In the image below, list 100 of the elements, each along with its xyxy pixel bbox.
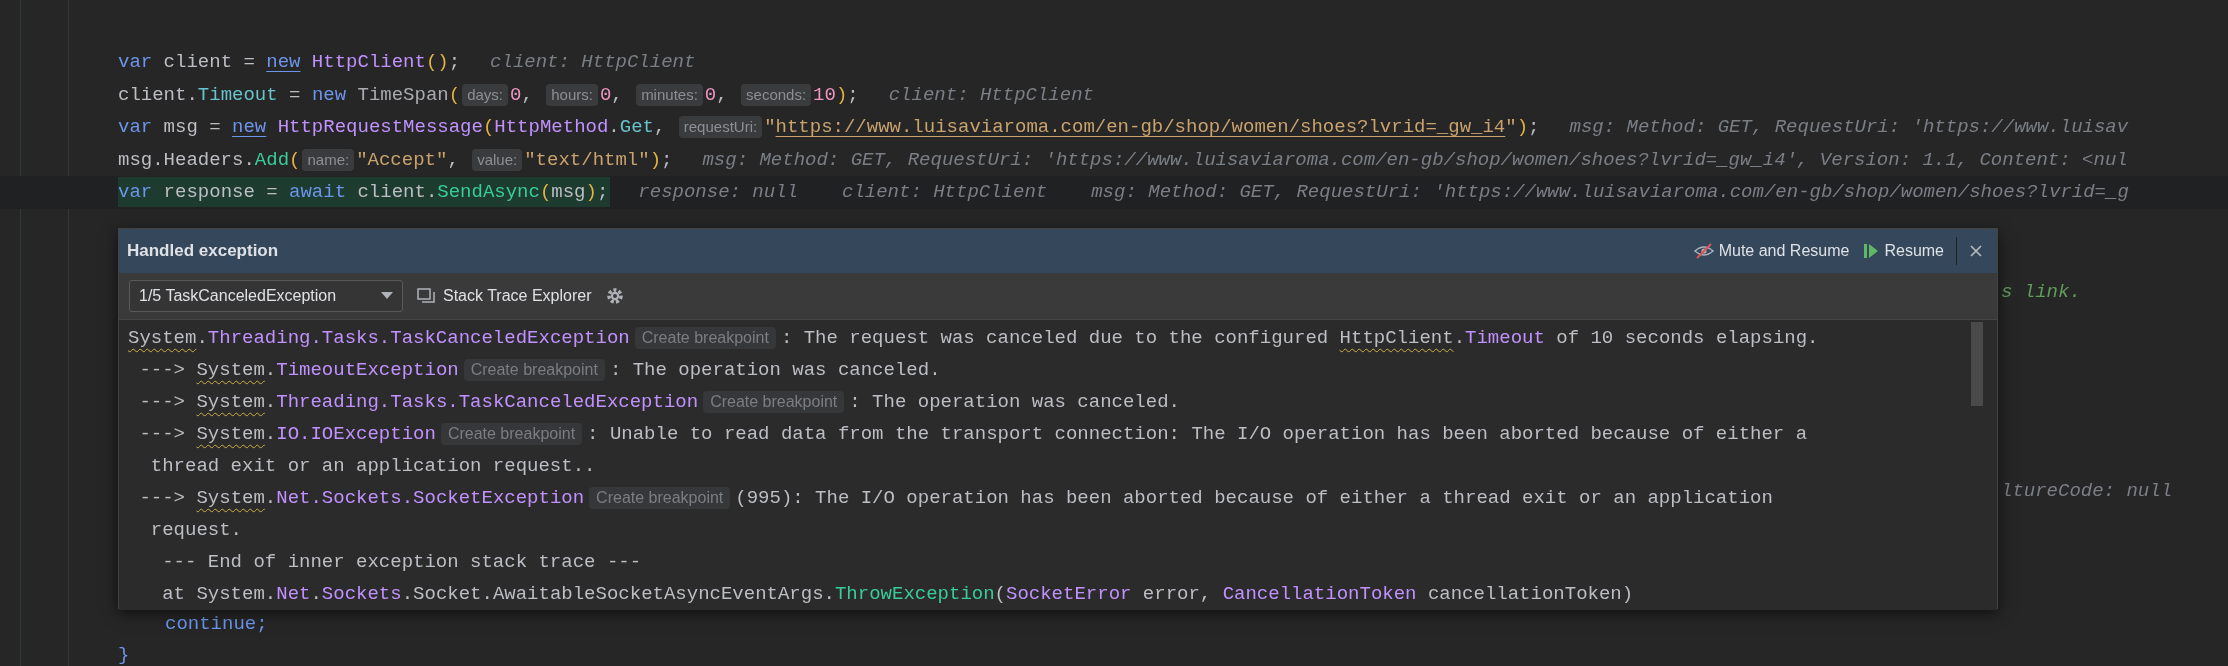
type-name: Net.Sockets.SocketException	[276, 485, 585, 511]
code-text: .	[264, 421, 277, 447]
method-name: SendAsync	[437, 180, 540, 205]
parameter-hint: days:	[462, 83, 508, 106]
code-text: ;	[661, 147, 673, 173]
type-name: TimeoutException	[276, 357, 459, 383]
inline-value-hint: msg: Method: GET, RequestUri: 'https://www.luisav	[1569, 115, 2129, 140]
property-name: Timeout	[197, 82, 278, 108]
code-text: ,	[521, 82, 534, 108]
stack-trace-explorer-button[interactable]: Stack Trace Explorer	[417, 284, 592, 308]
keyword: var	[118, 115, 153, 140]
bracket: (	[289, 147, 301, 173]
code-text: (995): The I/O operation has been aborted because of either a thread exit or an application	[735, 485, 1773, 511]
code-text: ,	[447, 147, 460, 173]
parameter-hint: name:	[302, 148, 355, 171]
popup-title: Handled exception	[127, 240, 279, 263]
inline-value-hint: client: HttpClient	[888, 82, 1094, 108]
bracket: ()	[425, 50, 449, 75]
create-breakpoint-link[interactable]: Create breakpoint	[463, 359, 605, 381]
type-name: HttpClient	[310, 50, 426, 75]
parameter-hint: requestUri:	[678, 116, 763, 139]
namespace-name: HttpClient	[1339, 325, 1454, 351]
resume-button[interactable]: Resume	[1863, 239, 1944, 263]
code-text: client.	[356, 180, 438, 205]
comment-text: s link.	[2001, 280, 2081, 305]
create-breakpoint-link[interactable]: Create breakpoint	[440, 423, 583, 445]
number-literal: 0	[510, 82, 522, 108]
scrollbar[interactable]	[1971, 322, 1983, 406]
code-text: msg =	[162, 115, 222, 140]
code-text: (	[994, 581, 1006, 607]
code-text: : Unable to read data from the transport connection: The I/O operation has been aborted because of either a	[587, 421, 1808, 447]
type-name: Threading.Tasks.TaskCanceledException	[276, 389, 699, 415]
code-text: msg.Headers.	[118, 147, 255, 173]
code-text: .	[196, 325, 208, 351]
code-text: .	[608, 115, 620, 140]
create-breakpoint-link[interactable]: Create breakpoint	[703, 391, 845, 413]
code-text: --->	[138, 389, 186, 415]
namespace-name: System	[128, 325, 197, 351]
parameter-hint: minutes:	[636, 83, 703, 106]
string-literal: "text/html"	[524, 147, 650, 173]
code-text: msg	[551, 180, 586, 205]
code-text: ,	[653, 115, 667, 140]
code-text: .	[310, 581, 322, 607]
parameter-hint: seconds:	[741, 83, 812, 106]
keyword: new	[266, 50, 301, 75]
type-name: HttpRequestMessage	[276, 115, 483, 140]
type-name: HttpMethod	[494, 115, 609, 140]
code-text: .	[264, 389, 277, 415]
inline-value-hint: msg: Method: GET, RequestUri: 'https://www.luisaviaroma.com/en-gb/shop/women/shoes?lvrid=_g	[1091, 180, 2129, 205]
code-text: of 10 seconds elapsing.	[1555, 325, 1819, 351]
keyword: await	[289, 180, 347, 205]
create-breakpoint-link[interactable]: Create breakpoint	[634, 327, 776, 349]
namespace-name: System	[196, 421, 265, 447]
dropdown-caret-icon	[381, 292, 393, 300]
bracket: (	[448, 82, 461, 108]
bracket: (	[539, 180, 552, 205]
keyword: new	[311, 82, 347, 108]
code-text: =	[288, 82, 302, 108]
code-text: request.	[149, 517, 243, 543]
namespace-name: System	[196, 357, 265, 383]
exception-dropdown[interactable]: 1/5 TaskCanceledException	[129, 280, 403, 312]
settings-icon[interactable]	[605, 287, 624, 305]
inline-value-hint: client: HttpClient	[490, 50, 696, 75]
code-text: --->	[138, 357, 186, 383]
code-text: ;	[448, 50, 461, 75]
method-name: Add	[254, 147, 290, 173]
string-literal: "	[1505, 115, 1517, 140]
mute-and-resume-button[interactable]: Mute and Resume	[1693, 239, 1850, 263]
code-text: ;	[596, 180, 609, 205]
code-text: client.	[118, 82, 198, 108]
string-literal: "	[764, 115, 776, 140]
property-name: Get	[619, 115, 654, 140]
code-text: ;	[847, 82, 859, 108]
keyword: var	[118, 50, 153, 75]
code-text: thread exit or an application request..	[149, 453, 596, 479]
code-text: : The operation was canceled.	[609, 357, 941, 383]
resume-icon	[1863, 243, 1880, 259]
code-text: ;	[1528, 115, 1540, 140]
code-text: response =	[162, 180, 279, 205]
type-name: IO.IOException	[276, 421, 436, 447]
method-name: ThrowException	[834, 581, 995, 607]
url-string: https://www.luisaviaroma.com/en-gb/shop/women/shoes?lvrid=_gw_i4	[775, 115, 1506, 140]
type-name: Sockets	[321, 581, 402, 607]
code-text: error,	[1141, 581, 1213, 607]
bracket: )	[835, 82, 848, 108]
type-name: Threading.Tasks.TaskCanceledException	[207, 325, 630, 351]
number-literal: 0	[704, 82, 717, 108]
keyword: new	[232, 115, 267, 140]
bracket: )	[649, 147, 662, 173]
close-icon[interactable]	[1969, 244, 1983, 258]
code-text: client =	[162, 50, 256, 75]
inline-value-hint: msg: Method: GET, RequestUri: 'https://www.luisaviaroma.com/en-gb/shop/women/shoes?lvrid=_gw_i4', Version: 1.1, Content: <nul	[702, 147, 2128, 173]
code-text: ,	[716, 82, 729, 108]
code-text: --->	[138, 421, 186, 447]
code-text: .	[264, 485, 277, 511]
keyword: continue;	[165, 612, 268, 637]
inline-value-hint: response: null	[638, 180, 798, 205]
code-text: ,	[611, 82, 624, 108]
create-breakpoint-link[interactable]: Create breakpoint	[589, 487, 731, 509]
code-text: cancellationToken)	[1426, 581, 1634, 607]
